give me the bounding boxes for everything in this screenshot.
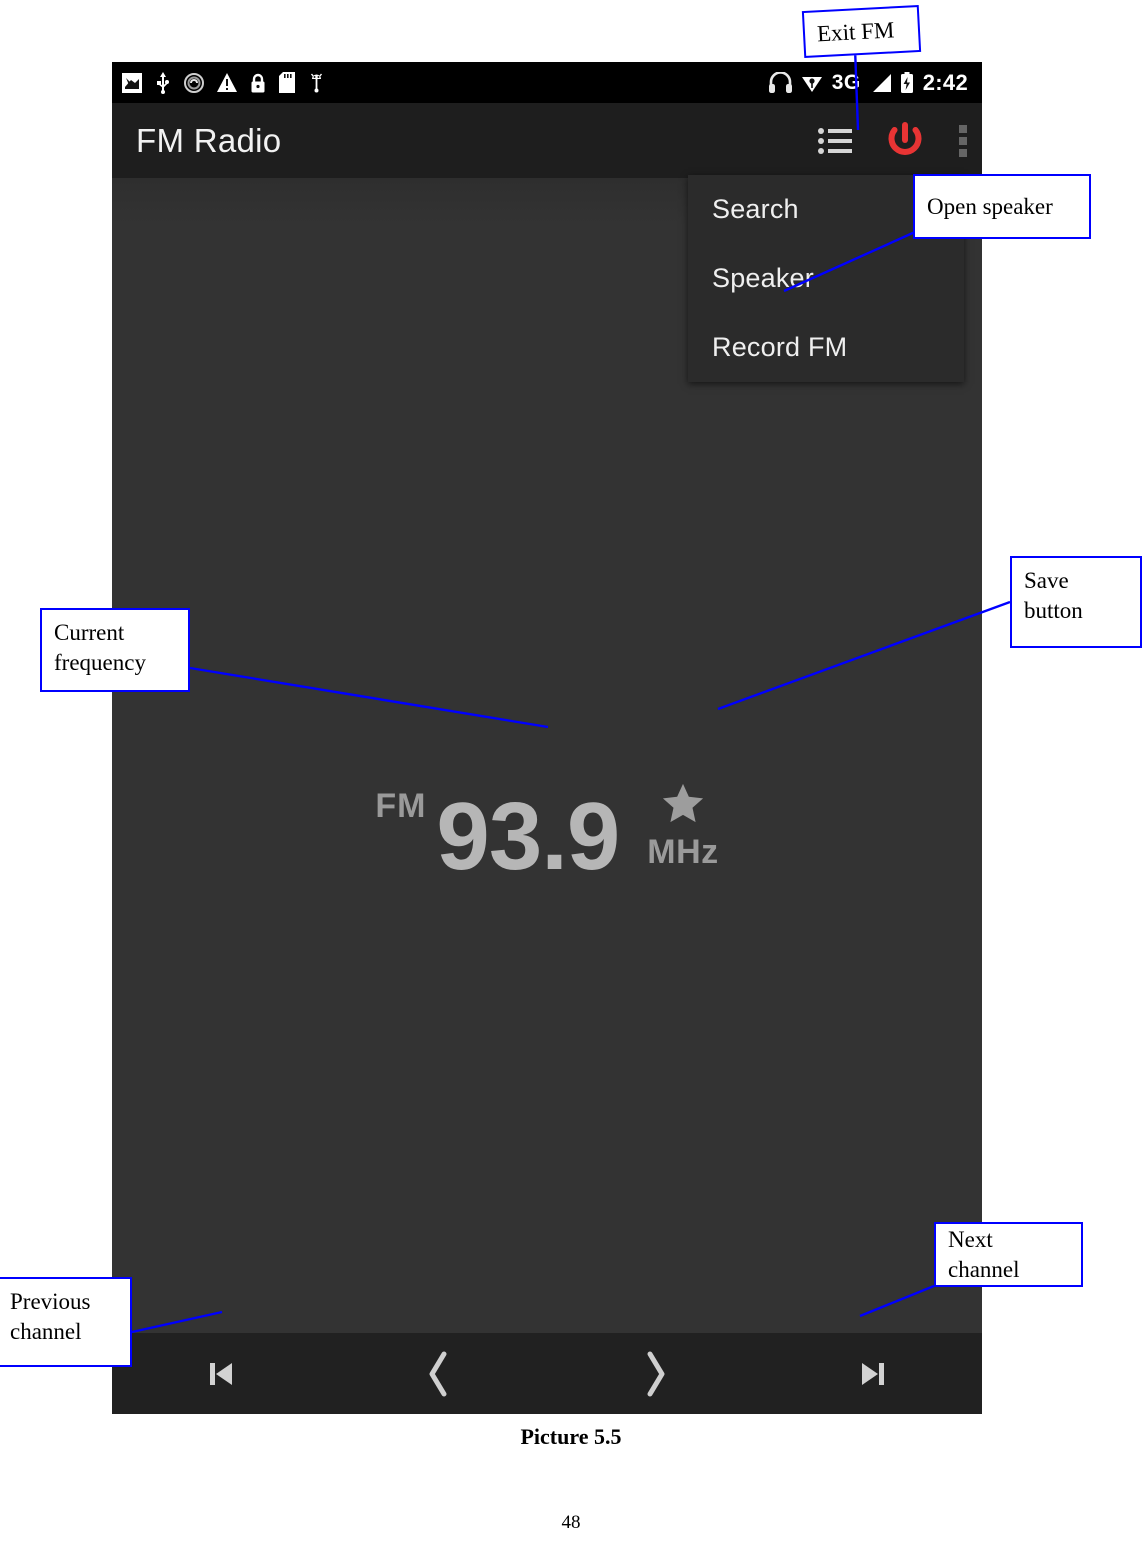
callout-previous-channel-line2: channel xyxy=(10,1319,82,1344)
callout-current-frequency-line1: Current xyxy=(54,620,125,645)
warning-triangle-icon xyxy=(217,73,237,92)
status-bar: 3G 2:42 xyxy=(112,62,982,103)
sync-circle-icon xyxy=(184,72,204,93)
wifi-diamond-icon xyxy=(801,76,822,92)
callout-previous-channel-line1: Previous xyxy=(10,1289,91,1314)
page-title: FM Radio xyxy=(136,121,282,159)
frequency-display: FM 93.9 MHz xyxy=(112,748,982,891)
screenshot-icon xyxy=(122,72,142,93)
save-and-unit-group: MHz xyxy=(647,782,718,872)
channel-list-button[interactable] xyxy=(818,127,852,155)
network-type-label: 3G xyxy=(831,71,861,94)
frequency-unit: MHz xyxy=(647,833,719,871)
headphones-icon xyxy=(768,72,792,93)
app-bar-actions xyxy=(818,103,968,178)
next-channel-button[interactable] xyxy=(765,1360,983,1388)
android-debug-icon xyxy=(310,73,323,93)
signal-bars-icon xyxy=(871,73,891,92)
callout-open-speaker: Open speaker xyxy=(913,174,1091,239)
status-bar-left-icons xyxy=(112,71,325,94)
current-frequency-value: 93.9 xyxy=(436,783,620,891)
lock-icon xyxy=(251,73,265,92)
playback-control-bar xyxy=(112,1333,982,1414)
callout-save-button: Save button xyxy=(1010,556,1142,648)
battery-charging-icon xyxy=(900,72,913,93)
callout-save-button-line1: Save xyxy=(1024,568,1069,593)
sd-card-icon xyxy=(279,72,295,93)
band-label: FM xyxy=(375,787,427,825)
callout-save-button-line2: button xyxy=(1024,598,1083,623)
chevron-left-icon xyxy=(429,1351,447,1397)
app-bar: FM Radio xyxy=(112,103,982,178)
overflow-menu-button[interactable] xyxy=(958,124,968,158)
callout-exit-fm: Exit FM xyxy=(801,4,922,59)
overflow-menu-icon xyxy=(959,124,967,157)
skip-previous-icon xyxy=(209,1363,232,1385)
chevron-right-icon xyxy=(647,1351,665,1397)
usb-icon xyxy=(157,71,169,94)
callout-previous-channel: Previous channel xyxy=(0,1277,132,1367)
callout-next-channel: Next channel xyxy=(934,1222,1083,1287)
menu-item-record-fm[interactable]: Record FM xyxy=(688,313,964,382)
power-icon xyxy=(888,121,922,155)
callout-current-frequency: Current frequency xyxy=(40,608,190,692)
tune-up-button[interactable] xyxy=(547,1351,765,1397)
page-number: 48 xyxy=(561,1512,581,1533)
star-icon xyxy=(662,783,704,823)
skip-next-icon xyxy=(862,1363,885,1385)
tune-down-button[interactable] xyxy=(330,1351,548,1397)
status-bar-right-icons: 3G 2:42 xyxy=(768,62,968,103)
save-favorite-button[interactable] xyxy=(661,782,705,829)
status-bar-clock: 2:42 xyxy=(922,69,968,95)
callout-current-frequency-line2: frequency xyxy=(54,650,146,675)
figure-caption: Picture 5.5 xyxy=(520,1424,622,1449)
exit-fm-power-button[interactable] xyxy=(886,121,924,161)
menu-item-speaker[interactable]: Speaker xyxy=(688,244,964,313)
list-icon xyxy=(818,127,852,154)
previous-channel-button[interactable] xyxy=(112,1360,330,1388)
phone-screenshot: 3G 2:42 FM Radio FM 93.9 MHz Search Spea… xyxy=(112,62,982,1414)
